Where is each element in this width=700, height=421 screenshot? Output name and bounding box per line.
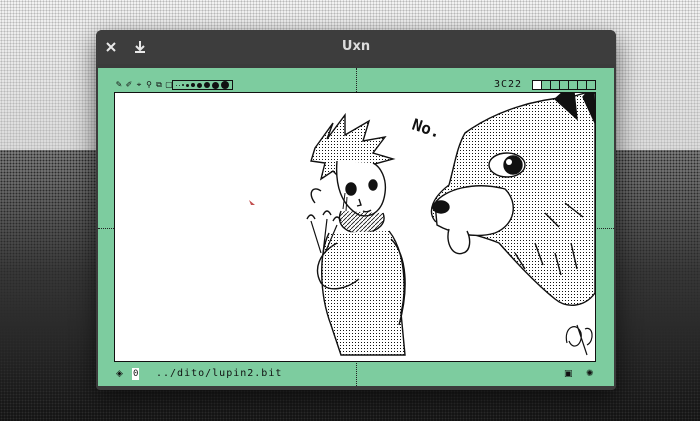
- layer-tab[interactable]: [578, 81, 587, 89]
- artwork-caption: No.: [410, 115, 443, 142]
- brush-size-swatch[interactable]: [204, 82, 210, 88]
- artwork: No.: [249, 81, 596, 356]
- wolf-figure: [430, 81, 596, 356]
- brush-size-swatches[interactable]: [172, 80, 233, 90]
- file-path: ../dito/lupin2.bit: [156, 368, 283, 379]
- layer-tab[interactable]: [587, 81, 595, 89]
- brush-size-swatch[interactable]: [221, 81, 229, 89]
- statusbar: ◈ 0 ../dito/lupin2.bit ▣ ✺: [116, 368, 596, 380]
- brush-size-swatch[interactable]: [197, 82, 202, 88]
- tool-palette: ✎ ✐ ⌖ ⚲ ⧉ ▢: [114, 80, 174, 90]
- titlebar: Uxn: [96, 30, 616, 64]
- pencil-icon[interactable]: ✎: [114, 80, 124, 90]
- drawing-canvas[interactable]: No.: [114, 81, 596, 362]
- layer-tab[interactable]: [533, 81, 542, 89]
- cursor-icon: [249, 200, 255, 205]
- brush-icon[interactable]: ✐: [124, 80, 134, 90]
- clone-icon[interactable]: ⧉: [154, 80, 164, 90]
- boy-figure: [306, 112, 406, 356]
- layer-tab[interactable]: [551, 81, 560, 89]
- layer-selector[interactable]: [532, 80, 596, 90]
- uxn-window: Uxn ✎ ✐ ⌖ ⚲ ⧉ ▢ 3C22 No. ◈ 0 ../dito/lup…: [96, 30, 616, 390]
- layer-tab[interactable]: [542, 81, 551, 89]
- zoom-icon[interactable]: ⚲: [144, 80, 154, 90]
- brush-size-swatch[interactable]: [186, 83, 189, 87]
- brush-size-swatch[interactable]: [182, 84, 184, 86]
- index-value: 0: [132, 368, 140, 380]
- eye-icon[interactable]: ◈: [116, 368, 123, 380]
- uxn-screen[interactable]: ✎ ✐ ⌖ ⚲ ⧉ ▢ 3C22 No. ◈ 0 ../dito/lupin2.…: [98, 68, 614, 386]
- brush-size-swatch[interactable]: [212, 81, 219, 89]
- brush-size-swatch[interactable]: [176, 84, 177, 86]
- brush-size-swatch[interactable]: [179, 84, 180, 86]
- pattern-icon[interactable]: ▣: [564, 368, 573, 380]
- window-title: Uxn: [341, 39, 371, 54]
- zoom-readout: 3C22: [494, 79, 523, 90]
- layer-tab[interactable]: [560, 81, 569, 89]
- brush-size-swatch[interactable]: [191, 83, 195, 87]
- layer-tab[interactable]: [569, 81, 578, 89]
- sun-icon[interactable]: ✺: [586, 368, 594, 380]
- selection-icon[interactable]: ⌖: [134, 80, 144, 90]
